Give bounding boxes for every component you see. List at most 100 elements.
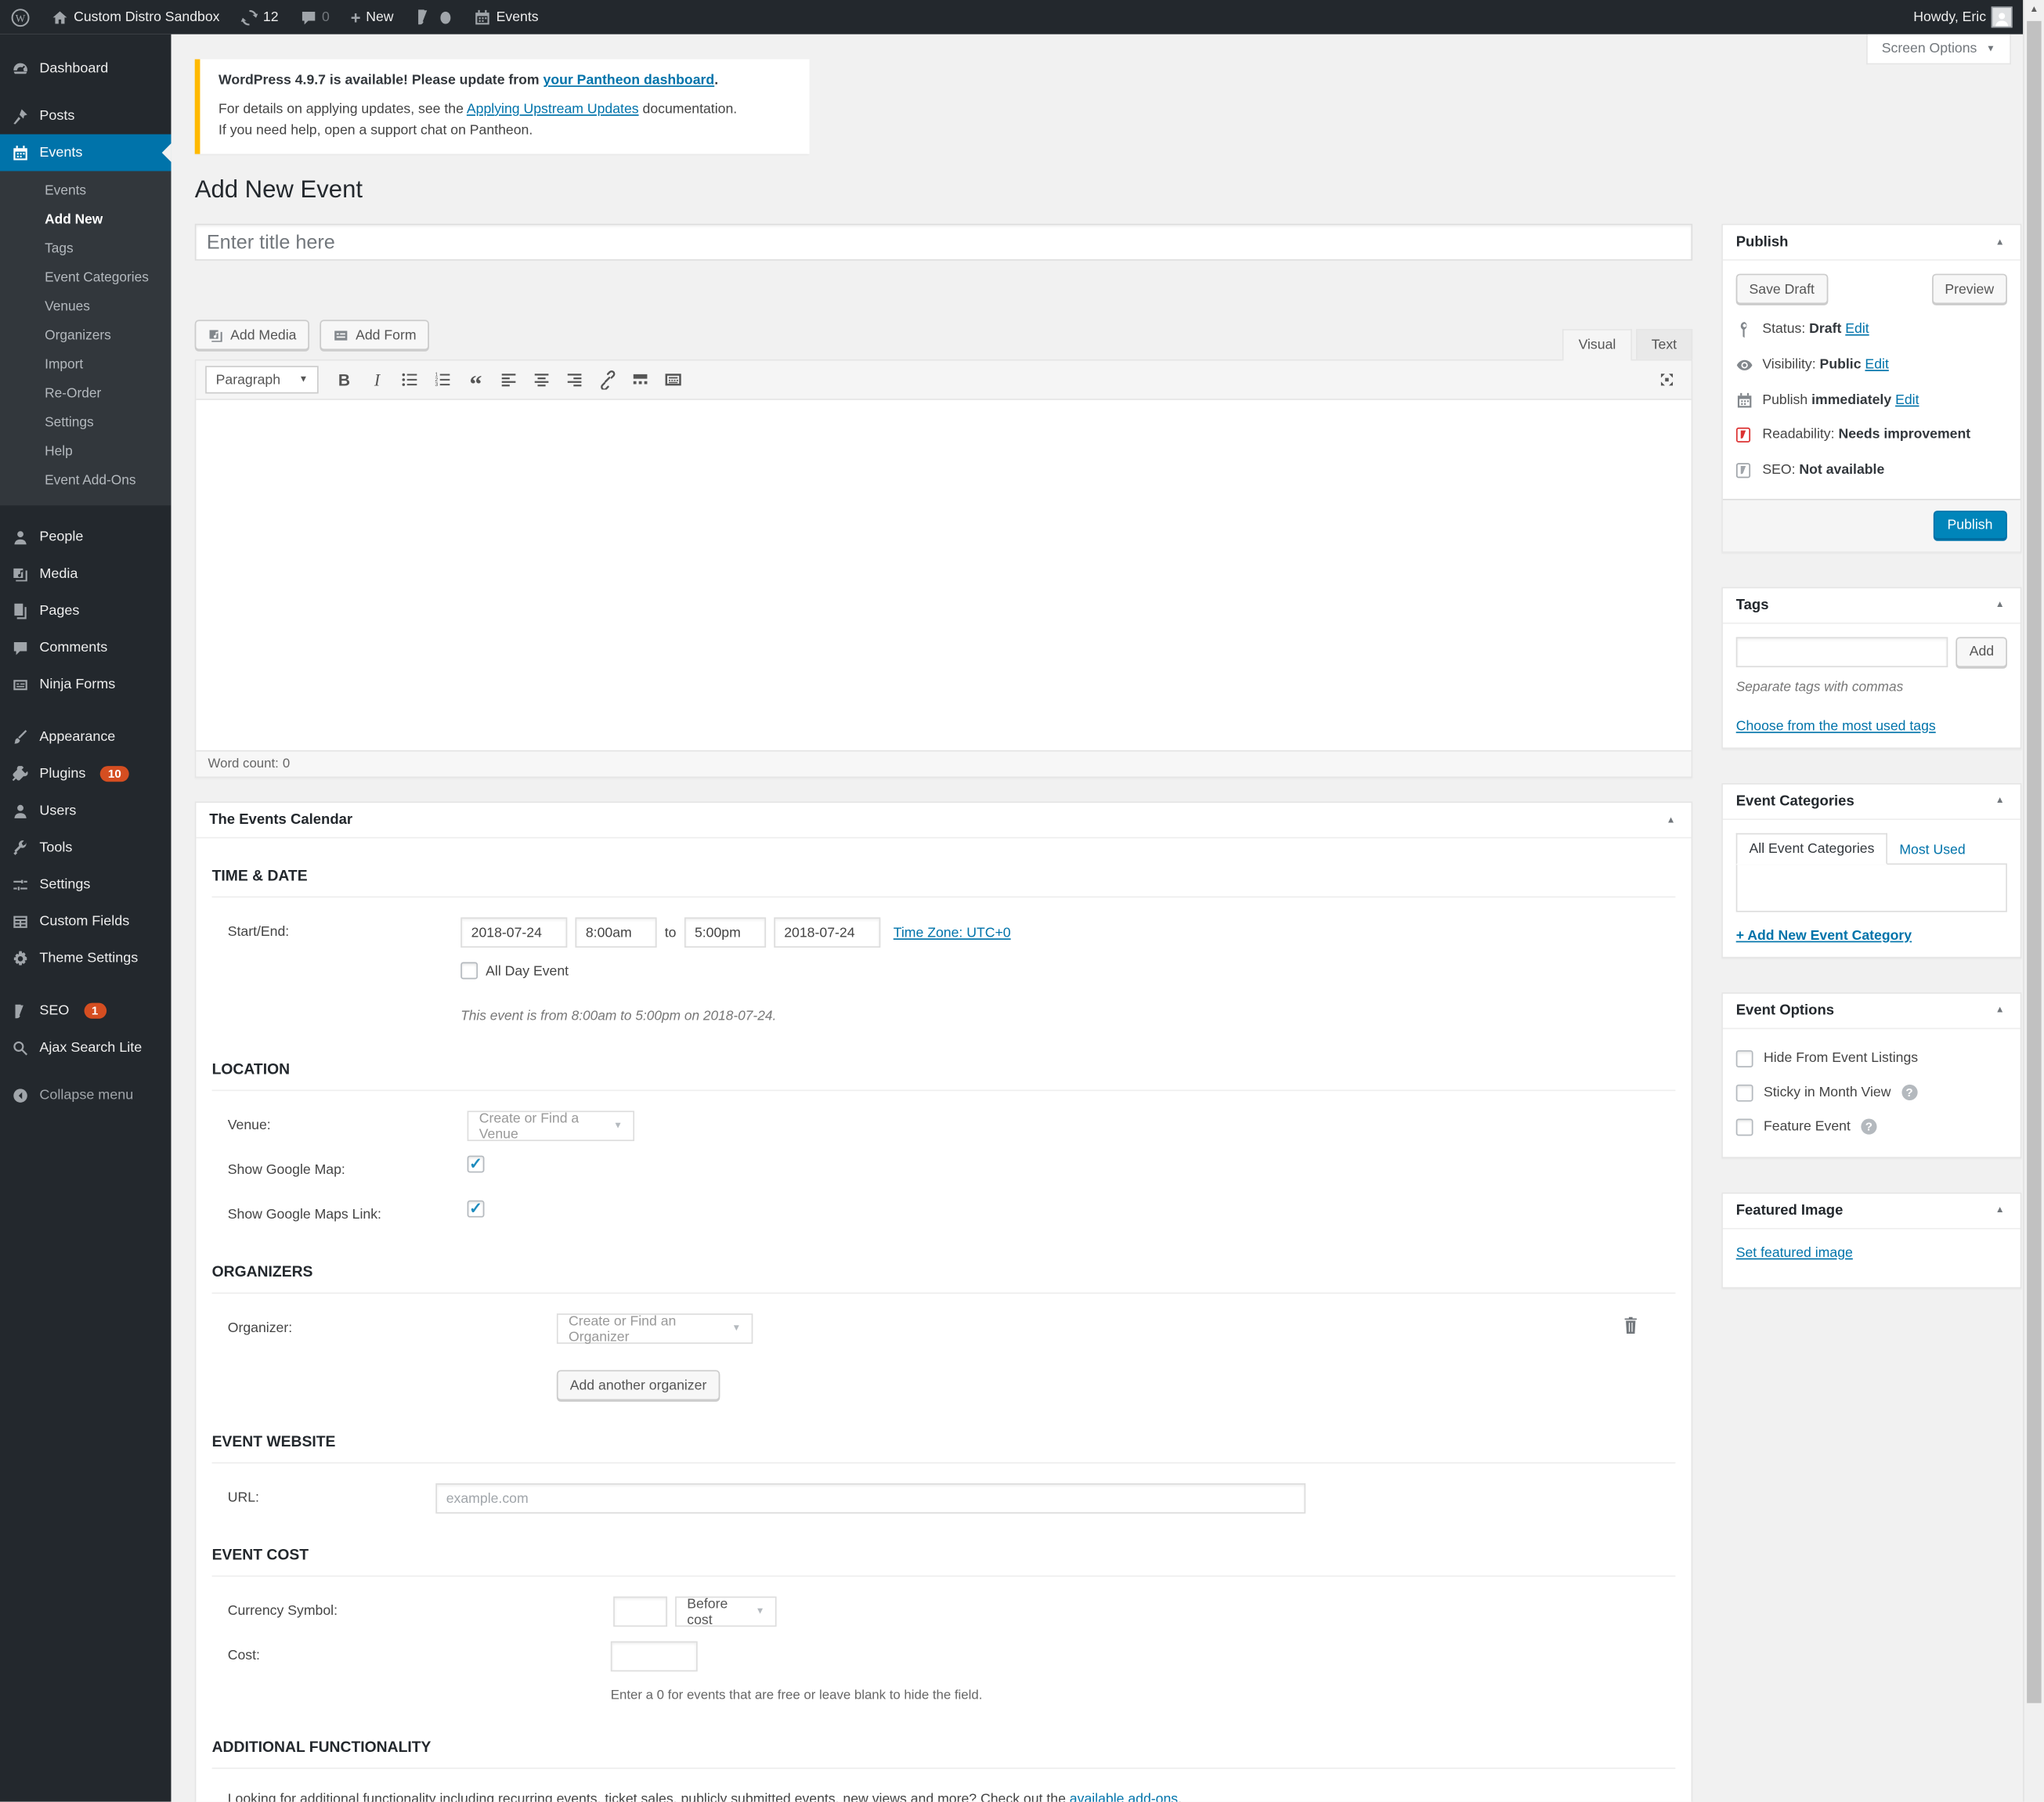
editor-content-area[interactable]: [196, 401, 1691, 751]
sidebar-item-seo[interactable]: SEO 1: [0, 992, 171, 1029]
italic-button[interactable]: I: [362, 367, 392, 394]
read-more-button[interactable]: [625, 367, 655, 394]
currency-symbol-input[interactable]: [613, 1597, 667, 1627]
sidebar-item-comments[interactable]: Comments: [0, 629, 171, 666]
add-form-button[interactable]: Add Form: [320, 320, 430, 351]
sidebar-item-dashboard[interactable]: Dashboard: [0, 50, 171, 87]
events-toolbar-menu[interactable]: Events: [464, 0, 549, 34]
numbered-list-button[interactable]: 123: [428, 367, 458, 394]
sidebar-item-people[interactable]: People: [0, 518, 171, 555]
sidebar-item-media[interactable]: Media: [0, 555, 171, 592]
sidebar-item-appearance[interactable]: Appearance: [0, 719, 171, 756]
add-another-organizer-button[interactable]: Add another organizer: [557, 1370, 720, 1401]
end-date-input[interactable]: [774, 918, 880, 948]
currency-position-select[interactable]: Before cost ▼: [675, 1597, 776, 1627]
submenu-item-reorder[interactable]: Re-Order: [0, 381, 171, 410]
collapse-toggle-icon[interactable]: ▲: [1993, 1203, 2007, 1217]
align-center-button[interactable]: [526, 367, 557, 394]
sidebar-item-custom-fields[interactable]: Custom Fields: [0, 903, 171, 940]
hide-from-listings-checkbox[interactable]: [1736, 1050, 1753, 1067]
add-media-button[interactable]: Add Media: [195, 320, 310, 351]
venue-select[interactable]: Create or Find a Venue ▼: [468, 1111, 634, 1142]
submenu-item-help[interactable]: Help: [0, 439, 171, 468]
available-add-ons-link[interactable]: available add-ons: [1070, 1792, 1178, 1802]
align-left-button[interactable]: [493, 367, 524, 394]
bullet-list-button[interactable]: [395, 367, 425, 394]
add-tag-button[interactable]: Add: [1956, 637, 2007, 667]
align-right-button[interactable]: [559, 367, 590, 394]
add-new-event-category-link[interactable]: + Add New Event Category: [1736, 927, 1912, 943]
submenu-item-venues[interactable]: Venues: [0, 294, 171, 323]
scrollbar-thumb[interactable]: [2027, 21, 2041, 1703]
preview-button[interactable]: Preview: [1932, 274, 2007, 305]
submenu-item-events[interactable]: Events: [0, 178, 171, 207]
sticky-month-view-checkbox[interactable]: [1736, 1084, 1753, 1101]
bold-button[interactable]: B: [329, 367, 359, 394]
page-scrollbar[interactable]: ▲: [2023, 0, 2044, 1802]
set-featured-image-link[interactable]: Set featured image: [1736, 1244, 1853, 1260]
sidebar-item-pages[interactable]: Pages: [0, 592, 171, 629]
applying-upstream-updates-link[interactable]: Applying Upstream Updates: [467, 101, 639, 117]
help-icon[interactable]: ?: [1861, 1119, 1876, 1135]
collapse-toggle-icon[interactable]: ▲: [1993, 1003, 2007, 1017]
yoast-menu[interactable]: [404, 0, 464, 34]
submenu-item-event-add-ons[interactable]: Event Add-Ons: [0, 468, 171, 497]
wp-logo-menu[interactable]: W: [0, 0, 41, 34]
submenu-item-event-categories[interactable]: Event Categories: [0, 265, 171, 294]
organizer-select[interactable]: Create or Find an Organizer ▼: [557, 1314, 753, 1345]
comments-menu[interactable]: 0: [289, 0, 340, 34]
tab-visual[interactable]: Visual: [1562, 330, 1631, 361]
sidebar-item-posts[interactable]: Posts: [0, 97, 171, 134]
new-content-menu[interactable]: + New: [340, 0, 404, 34]
submenu-item-organizers[interactable]: Organizers: [0, 323, 171, 352]
paragraph-format-select[interactable]: Paragraph ▼: [205, 367, 319, 394]
updates-menu[interactable]: 12: [230, 0, 289, 34]
collapse-toggle-icon[interactable]: ▲: [1993, 236, 2007, 250]
pantheon-dashboard-link[interactable]: your Pantheon dashboard: [544, 72, 715, 88]
timezone-link[interactable]: Time Zone: UTC+0: [894, 925, 1011, 941]
help-icon[interactable]: ?: [1901, 1085, 1917, 1100]
submenu-item-tags[interactable]: Tags: [0, 236, 171, 265]
toolbar-toggle-button[interactable]: [658, 367, 688, 394]
start-date-input[interactable]: [460, 918, 567, 948]
show-map-checkbox[interactable]: [468, 1156, 485, 1173]
show-map-link-checkbox[interactable]: [468, 1201, 485, 1218]
collapse-toggle-icon[interactable]: ▲: [1993, 794, 2007, 808]
all-day-checkbox[interactable]: [460, 962, 478, 980]
screen-options-tab[interactable]: Screen Options ▼: [1866, 34, 2011, 65]
start-time-input[interactable]: [575, 918, 656, 948]
edit-schedule-link[interactable]: Edit: [1895, 392, 1919, 407]
submenu-item-add-new[interactable]: Add New: [0, 207, 171, 236]
tab-most-used[interactable]: Most Used: [1887, 836, 1977, 865]
site-name-menu[interactable]: Custom Distro Sandbox: [41, 0, 230, 34]
delete-organizer-icon[interactable]: [1623, 1316, 1638, 1335]
tags-input[interactable]: [1736, 637, 1948, 667]
title-input[interactable]: [195, 224, 1693, 261]
end-time-input[interactable]: [684, 918, 766, 948]
sidebar-item-plugins[interactable]: Plugins 10: [0, 756, 171, 793]
save-draft-button[interactable]: Save Draft: [1736, 274, 1828, 305]
submenu-item-settings[interactable]: Settings: [0, 410, 171, 439]
sidebar-item-users[interactable]: Users: [0, 793, 171, 829]
edit-visibility-link[interactable]: Edit: [1865, 357, 1888, 373]
choose-most-used-tags-link[interactable]: Choose from the most used tags: [1736, 718, 1936, 734]
sidebar-item-collapse-menu[interactable]: Collapse menu: [0, 1077, 171, 1114]
collapse-toggle-icon[interactable]: ▲: [1663, 814, 1677, 828]
edit-status-link[interactable]: Edit: [1845, 322, 1869, 338]
event-url-input[interactable]: [435, 1484, 1305, 1515]
blockquote-button[interactable]: “: [460, 367, 491, 394]
publish-button[interactable]: Publish: [1933, 510, 2007, 540]
tab-all-event-categories[interactable]: All Event Categories: [1736, 832, 1888, 864]
sidebar-item-settings[interactable]: Settings: [0, 866, 171, 903]
cost-input[interactable]: [611, 1641, 698, 1672]
tab-text[interactable]: Text: [1636, 330, 1693, 360]
sidebar-item-theme-settings[interactable]: Theme Settings: [0, 940, 171, 977]
scrollbar-up-arrow[interactable]: ▲: [2024, 4, 2044, 17]
fullscreen-button[interactable]: [1652, 367, 1682, 394]
sidebar-item-events[interactable]: Events: [0, 134, 171, 171]
sidebar-item-ninja-forms[interactable]: Ninja Forms: [0, 666, 171, 702]
feature-event-checkbox[interactable]: [1736, 1118, 1753, 1136]
link-button[interactable]: [592, 367, 623, 394]
my-account-menu[interactable]: Howdy, Eric: [1903, 0, 2023, 34]
submenu-item-import[interactable]: Import: [0, 352, 171, 381]
